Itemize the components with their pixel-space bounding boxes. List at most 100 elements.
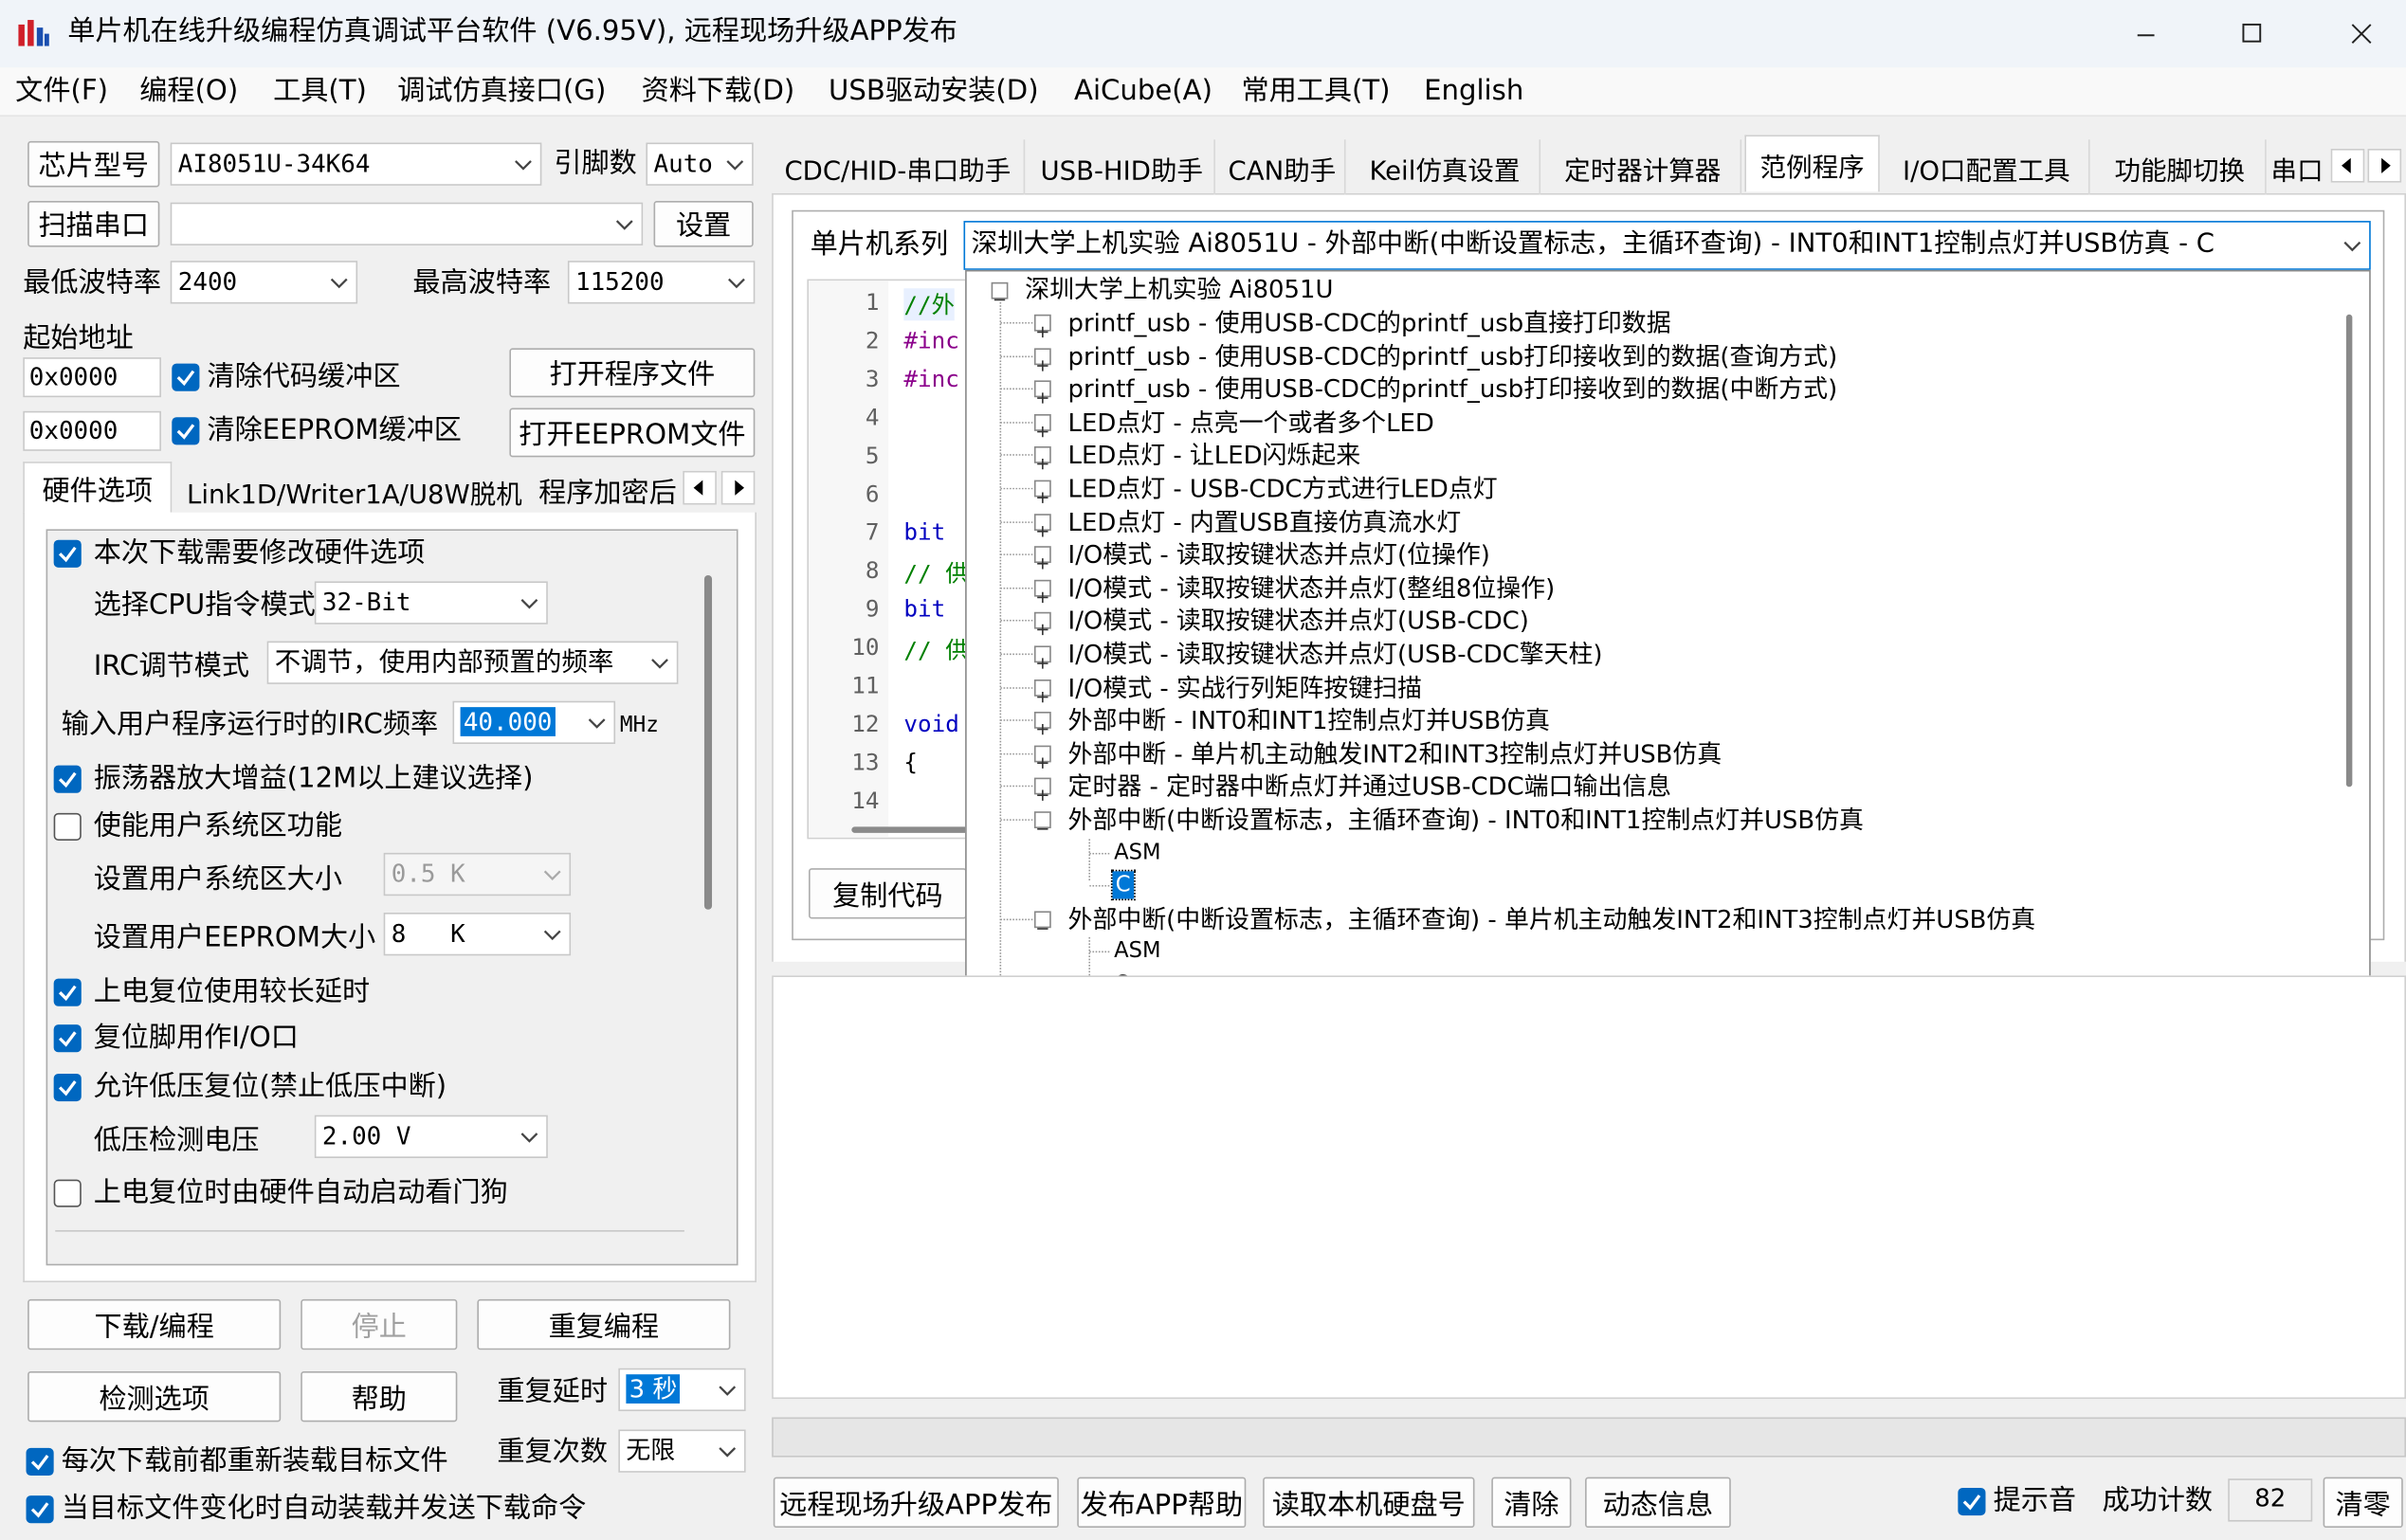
clear-button[interactable]: 清除 xyxy=(1491,1477,1572,1529)
check-options-button[interactable]: 检测选项 xyxy=(27,1370,282,1422)
tree-item[interactable]: LED点灯 - USB-CDC方式进行LED点灯 xyxy=(1068,473,1498,506)
close-button[interactable] xyxy=(2317,6,2403,61)
chip-model-select[interactable]: AI8051U-34K64 xyxy=(170,142,542,186)
hardware-options-scrollbar[interactable] xyxy=(703,574,713,910)
eeprom-address-input[interactable]: 0x0000 xyxy=(23,410,161,451)
help-button[interactable]: 帮助 xyxy=(301,1370,458,1422)
stop-button[interactable]: 停止 xyxy=(301,1298,458,1350)
clear-code-checkbox[interactable] xyxy=(172,363,200,391)
tab-scroll-right[interactable] xyxy=(720,470,756,505)
sound-checkbox[interactable] xyxy=(1958,1487,1986,1516)
tab-can[interactable]: CAN助手 xyxy=(1220,139,1346,195)
download-button[interactable]: 下载/编程 xyxy=(27,1298,282,1350)
menu-aicube[interactable]: AiCube(A) xyxy=(1074,75,1212,109)
copy-code-button[interactable]: 复制代码 xyxy=(809,868,967,919)
repeat-count-select[interactable]: 无限 xyxy=(618,1429,746,1473)
tree-item[interactable]: I/O模式 - 读取按键状态并点灯(位操作) xyxy=(1068,538,1490,571)
tree-vscrollbar[interactable] xyxy=(2345,314,2353,788)
long-delay-checkbox[interactable] xyxy=(53,978,82,1006)
tree-item[interactable]: 定时器 - 定时器中断点灯并通过USB-CDC端口输出信息 xyxy=(1068,770,1671,804)
tree-item[interactable]: 外部中断 - 单片机主动触发INT2和INT3控制点灯并USB仿真 xyxy=(1068,737,1722,770)
modify-hw-checkbox[interactable] xyxy=(53,539,82,568)
reprogram-button[interactable]: 重复编程 xyxy=(477,1298,731,1350)
remote-upgrade-button[interactable]: 远程现场升级APP发布 xyxy=(773,1477,1059,1529)
code-editor[interactable]: 1 2 3 4 5 6 7 8 9 10 11 12 13 14 //外 #in… xyxy=(807,279,967,840)
tree-item[interactable]: printf_usb - 使用USB-CDC的printf_usb直接打印数据 xyxy=(1068,307,1671,340)
tree-item[interactable]: printf_usb - 使用USB-CDC的printf_usb打印接收到的数… xyxy=(1068,340,1838,373)
output-area[interactable] xyxy=(772,975,2406,1400)
irc-mode-select[interactable]: 不调节，使用内部预置的频率 xyxy=(266,641,679,684)
tree-leaf-c-selected[interactable]: C xyxy=(1110,870,1136,901)
tab-encryption[interactable]: 程序加密后 xyxy=(538,468,680,515)
reset-count-button[interactable]: 清零 xyxy=(2323,1477,2403,1529)
publish-help-button[interactable]: 发布APP帮助 xyxy=(1077,1477,1247,1529)
user-sys-size-select[interactable]: 0.5 K xyxy=(383,852,572,897)
menu-file[interactable]: 文件(F) xyxy=(15,75,108,109)
tree-collapse-icon[interactable] xyxy=(991,281,1009,301)
tree-leaf-asm[interactable]: ASM xyxy=(1114,837,1160,870)
tree-item[interactable]: I/O模式 - 读取按键状态并点灯(整组8位操作) xyxy=(1068,571,1556,605)
tree-root[interactable]: 深圳大学上机实验 Ai8051U xyxy=(1025,273,1333,306)
tab-cdc-hid[interactable]: CDC/HID-串口助手 xyxy=(772,139,1026,195)
tree-item[interactable]: LED点灯 - 让LED闪烁起来 xyxy=(1068,440,1361,473)
tree-item[interactable]: I/O模式 - 读取按键状态并点灯(USB-CDC擎天柱) xyxy=(1068,638,1603,671)
repeat-delay-select[interactable]: 3 秒 xyxy=(618,1368,746,1412)
menu-debug[interactable]: 调试仿真接口(G) xyxy=(397,75,606,109)
tree-item[interactable]: LED点灯 - 内置USB直接仿真流水灯 xyxy=(1068,505,1462,538)
tab-pin-switch[interactable]: 功能脚切换 xyxy=(2094,139,2267,195)
menu-download[interactable]: 资料下载(D) xyxy=(642,75,795,109)
maximize-button[interactable] xyxy=(2210,6,2296,61)
auto-load-checkbox[interactable] xyxy=(26,1495,54,1524)
tab-hardware-options[interactable]: 硬件选项 xyxy=(23,462,173,515)
tree-leaf-asm[interactable]: ASM xyxy=(1114,936,1160,969)
minimize-button[interactable] xyxy=(2103,6,2189,61)
user-eeprom-select[interactable]: 8 K xyxy=(383,913,572,956)
tree-item[interactable]: printf_usb - 使用USB-CDC的printf_usb打印接收到的数… xyxy=(1068,373,1838,407)
low-volt-select[interactable]: 2.00 V xyxy=(314,1114,548,1158)
open-program-button[interactable]: 打开程序文件 xyxy=(509,348,756,398)
menu-common-tools[interactable]: 常用工具(T) xyxy=(1241,75,1390,109)
menu-english[interactable]: English xyxy=(1424,75,1523,109)
clear-eeprom-checkbox[interactable] xyxy=(172,417,200,445)
open-eeprom-button[interactable]: 打开EEPROM文件 xyxy=(509,408,756,458)
osc-gain-checkbox[interactable] xyxy=(53,765,82,793)
max-baud-select[interactable]: 115200 xyxy=(567,261,756,304)
irc-freq-select[interactable]: 40.000 xyxy=(452,700,616,744)
start-address-input[interactable]: 0x0000 xyxy=(23,357,161,398)
dynamic-info-button[interactable]: 动态信息 xyxy=(1585,1477,1731,1529)
scan-port-button[interactable]: 扫描串口 xyxy=(27,201,160,247)
menu-usb-driver[interactable]: USB驱动安装(D) xyxy=(829,75,1039,109)
settings-button[interactable]: 设置 xyxy=(653,201,754,247)
reset-io-checkbox[interactable] xyxy=(53,1024,82,1053)
menu-tools[interactable]: 工具(T) xyxy=(273,75,367,109)
tab-usb-hid[interactable]: USB-HID助手 xyxy=(1030,139,1215,195)
min-baud-select[interactable]: 2400 xyxy=(170,261,358,304)
tree-item[interactable]: LED点灯 - 点亮一个或者多个LED xyxy=(1068,407,1434,440)
watchdog-checkbox[interactable] xyxy=(53,1179,82,1207)
tab-io-config[interactable]: I/O口配置工具 xyxy=(1885,139,2090,195)
tree-item[interactable]: I/O模式 - 读取按键状态并点灯(USB-CDC) xyxy=(1068,605,1529,638)
user-sys-checkbox[interactable] xyxy=(53,812,82,841)
tab-examples[interactable]: 范例程序 xyxy=(1744,135,1880,192)
menu-program[interactable]: 编程(O) xyxy=(139,75,238,109)
tab-serial[interactable]: 串口 xyxy=(2271,139,2326,194)
port-select[interactable] xyxy=(170,202,644,245)
tree-group[interactable]: 外部中断(中断设置标志，主循环查询) - 单片机主动触发INT2和INT3控制点… xyxy=(1068,903,2036,936)
tab-timer-calc[interactable]: 定时器计算器 xyxy=(1545,139,1742,195)
editor-hscrollbar[interactable] xyxy=(851,826,966,833)
tab-scroll-left[interactable] xyxy=(683,470,717,505)
low-volt-reset-checkbox[interactable] xyxy=(53,1073,82,1102)
pins-select[interactable]: Auto xyxy=(646,142,754,186)
tree-group[interactable]: 外部中断(中断设置标志，主循环查询) - INT0和INT1控制点灯并USB仿真 xyxy=(1068,804,1864,837)
right-tab-scroll-right[interactable] xyxy=(2367,148,2402,183)
tab-keil[interactable]: Keil仿真设置 xyxy=(1350,139,1541,195)
read-disk-button[interactable]: 读取本机硬盘号 xyxy=(1263,1477,1475,1529)
tab-link1d[interactable]: Link1D/Writer1A/U8W脱机 xyxy=(176,468,533,515)
cpu-mode-select[interactable]: 32-Bit xyxy=(314,581,548,625)
tree-item[interactable]: I/O模式 - 实战行列矩阵按键扫描 xyxy=(1068,671,1422,704)
series-select[interactable]: 深圳大学上机实验 Ai8051U - 外部中断(中断设置标志，主循环查询) - … xyxy=(963,221,2371,270)
right-tab-scroll-left[interactable] xyxy=(2330,148,2365,183)
chip-model-button[interactable]: 芯片型号 xyxy=(27,140,160,188)
reload-checkbox[interactable] xyxy=(26,1447,54,1477)
tree-item[interactable]: 外部中断 - INT0和INT1控制点灯并USB仿真 xyxy=(1068,704,1550,737)
